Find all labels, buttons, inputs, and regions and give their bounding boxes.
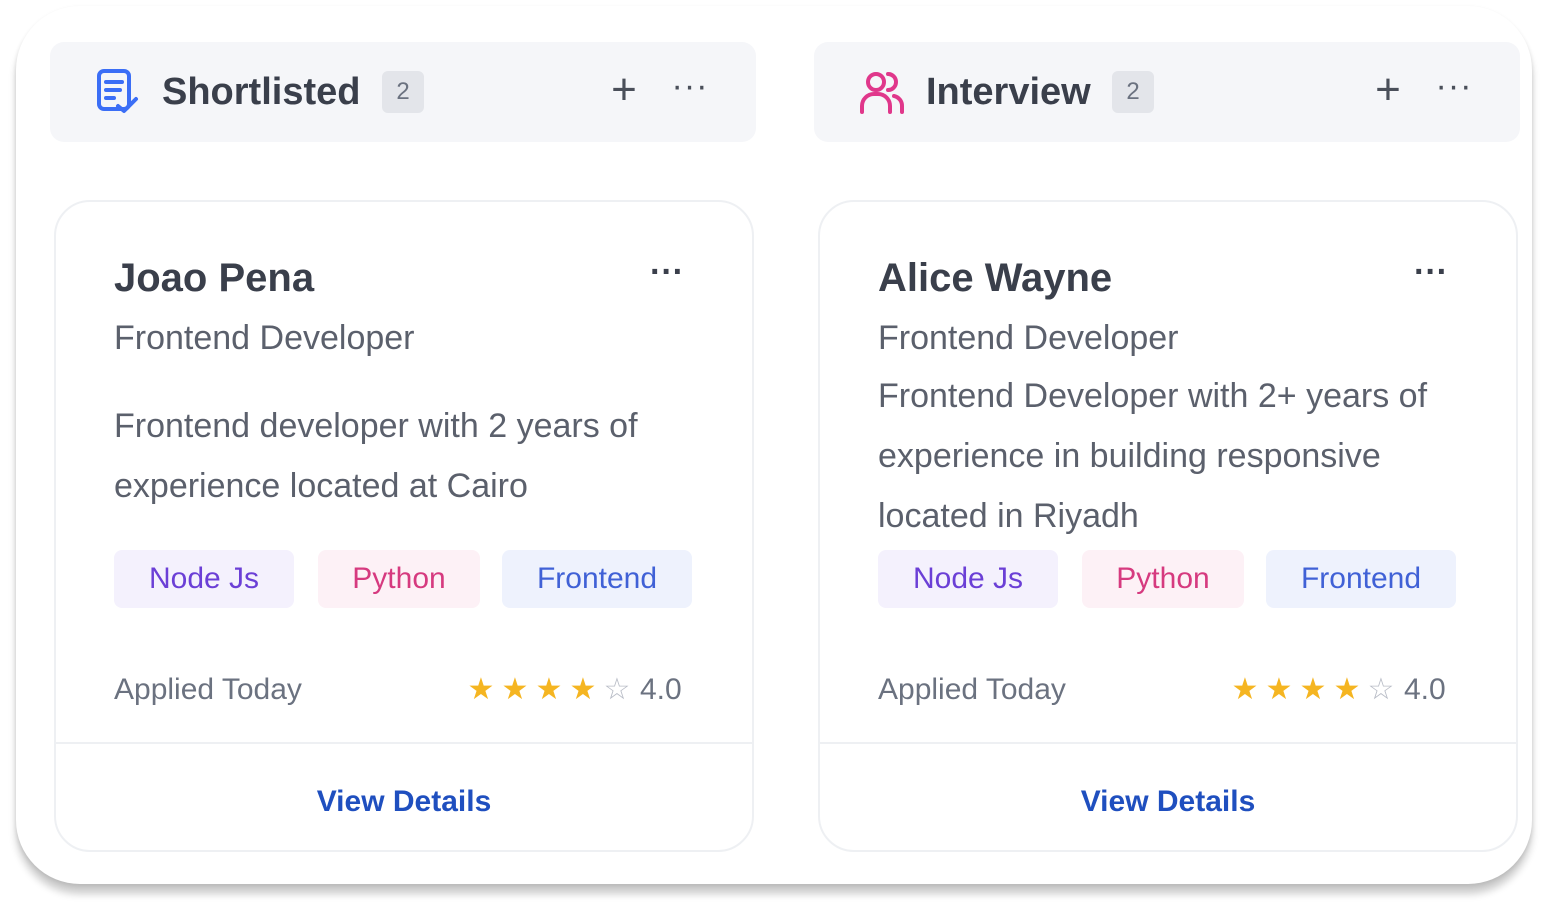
add-candidate-button[interactable]: + — [1370, 64, 1406, 116]
candidate-role: Frontend Developer — [878, 319, 1179, 357]
column-shortlisted: Shortlisted 2 + ··· Joao Pena ··· Fronte… — [50, 42, 756, 852]
users-icon — [860, 72, 904, 114]
tag-node-js[interactable]: Node Js — [114, 550, 294, 608]
rating: ★ ★ ★ ★ ☆ 4.0 — [1228, 668, 1446, 712]
rating-value: 4.0 — [640, 673, 682, 706]
applied-date: Applied Today — [878, 673, 1066, 706]
tag-frontend[interactable]: Frontend — [502, 550, 692, 608]
rating-value: 4.0 — [1404, 673, 1446, 706]
star-outline-icon: ☆ — [603, 672, 631, 707]
shortlist-document-icon — [97, 69, 138, 113]
column-header: Shortlisted 2 + ··· — [50, 42, 756, 142]
column-interview: Interview 2 + ··· Alice Wayne ··· Fronte… — [814, 42, 1520, 852]
candidate-card[interactable]: Joao Pena ··· Frontend Developer Fronten… — [54, 200, 754, 852]
column-count-badge: 2 — [382, 71, 424, 113]
star-icon: ★ — [467, 672, 495, 707]
kanban-board: Shortlisted 2 + ··· Joao Pena ··· Fronte… — [16, 6, 1532, 884]
star-icon: ★ — [501, 672, 529, 707]
card-more-button[interactable]: ··· — [642, 254, 692, 294]
star-icon: ★ — [569, 672, 597, 707]
star-icon: ★ — [1265, 672, 1293, 707]
column-more-button[interactable]: ··· — [666, 64, 714, 116]
tag-python[interactable]: Python — [1082, 550, 1244, 608]
column-header: Interview 2 + ··· — [814, 42, 1520, 142]
applied-date: Applied Today — [114, 673, 302, 706]
tag-node-js[interactable]: Node Js — [878, 550, 1058, 608]
column-count-badge: 2 — [1112, 71, 1154, 113]
star-outline-icon: ☆ — [1367, 672, 1395, 707]
rating: ★ ★ ★ ★ ☆ 4.0 — [464, 668, 682, 712]
column-title: Shortlisted — [162, 71, 361, 113]
view-details-link[interactable]: View Details — [820, 780, 1516, 824]
card-divider — [56, 742, 752, 744]
column-title: Interview — [926, 71, 1091, 113]
star-icon: ★ — [1299, 672, 1327, 707]
star-icon: ★ — [1231, 672, 1259, 707]
star-icon: ★ — [535, 672, 563, 707]
candidate-card[interactable]: Alice Wayne ··· Frontend Developer Front… — [818, 200, 1518, 852]
candidate-role: Frontend Developer — [114, 319, 415, 357]
card-divider — [820, 742, 1516, 744]
candidate-description: Frontend developer with 2 years of exper… — [114, 407, 638, 505]
card-more-button[interactable]: ··· — [1406, 254, 1456, 294]
column-more-button[interactable]: ··· — [1430, 64, 1478, 116]
add-candidate-button[interactable]: + — [606, 64, 642, 116]
candidate-description: Frontend Developer with 2+ years of expe… — [878, 377, 1428, 535]
candidate-name: Alice Wayne — [878, 256, 1113, 300]
candidate-name: Joao Pena — [114, 256, 315, 300]
star-icon: ★ — [1333, 672, 1361, 707]
view-details-link[interactable]: View Details — [56, 780, 752, 824]
tag-python[interactable]: Python — [318, 550, 480, 608]
tag-frontend[interactable]: Frontend — [1266, 550, 1456, 608]
